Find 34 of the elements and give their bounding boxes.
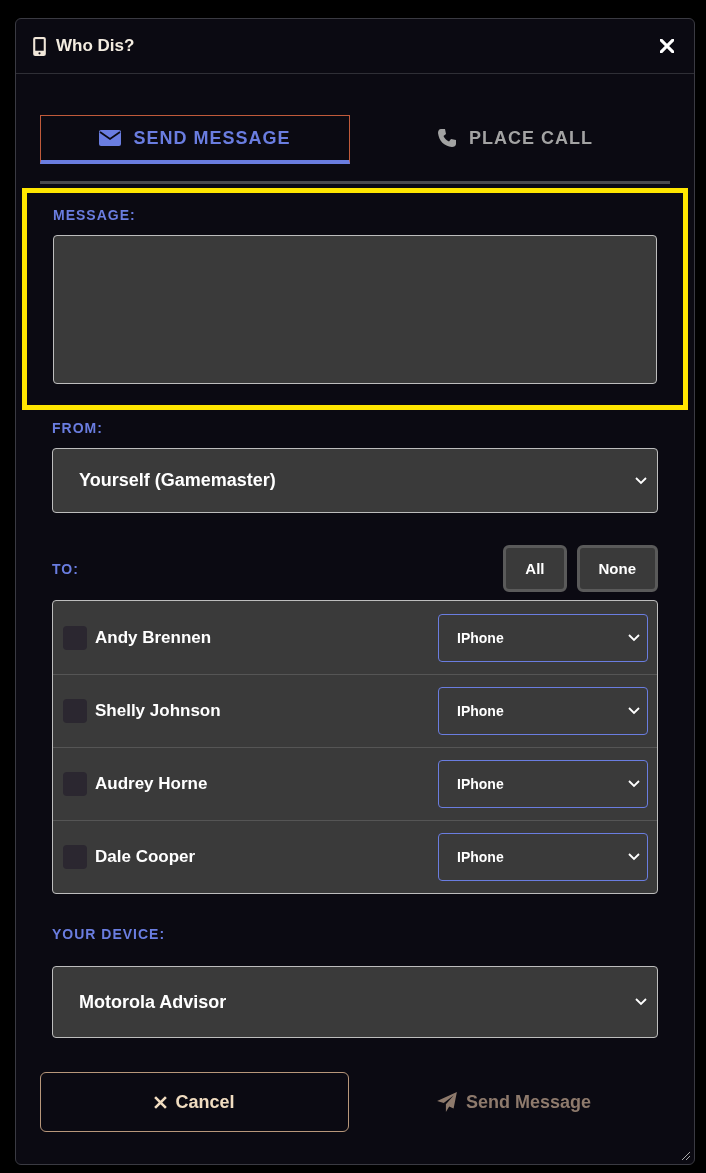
tab[interactable]: PLACE CALL (360, 115, 670, 164)
field-label: TO: (52, 560, 79, 577)
field-label: MESSAGE: (53, 207, 137, 223)
chevron-down-icon (628, 853, 640, 861)
recipient-name: Audrey Horne (95, 774, 209, 794)
window-title: Who Dis? (56, 36, 136, 56)
paper-plane-icon (435, 1091, 458, 1113)
recipient-name: Shelly Johnson (95, 701, 222, 721)
recipient-name: Andy Brennen (95, 627, 213, 648)
device-dropdown[interactable]: IPhone (438, 760, 648, 808)
close-icon (154, 1095, 168, 1109)
field-label: FROM: (52, 420, 104, 436)
message-field[interactable] (53, 235, 657, 384)
device-dropdown[interactable]: IPhone (438, 833, 648, 881)
select-button[interactable]: None (576, 545, 658, 592)
chevron-down-icon (628, 780, 640, 788)
phone-icon (437, 128, 457, 148)
phone-icon (33, 36, 46, 56)
close-button[interactable] (660, 39, 674, 53)
chevron-down-icon (635, 476, 647, 485)
resize-grip-icon[interactable] (679, 1149, 691, 1161)
chevron-down-icon (628, 707, 640, 715)
cancel-button[interactable]: Cancel (40, 1072, 349, 1132)
recipient-name: Dale Cooper (95, 847, 197, 867)
tab[interactable]: SEND MESSAGE (40, 115, 350, 164)
envelope-icon (99, 130, 122, 146)
device-dropdown[interactable]: IPhone (438, 687, 648, 735)
device-dropdown[interactable]: IPhone (438, 613, 648, 662)
sender-dropdown[interactable]: Yourself (Gamemaster) (52, 448, 658, 513)
chevron-down-icon (635, 998, 647, 1006)
field-label: YOUR DEVICE: (52, 926, 167, 942)
select-button[interactable]: All (503, 545, 567, 592)
device-dropdown[interactable]: Motorola Advisor (52, 966, 658, 1038)
chevron-down-icon (628, 633, 640, 642)
